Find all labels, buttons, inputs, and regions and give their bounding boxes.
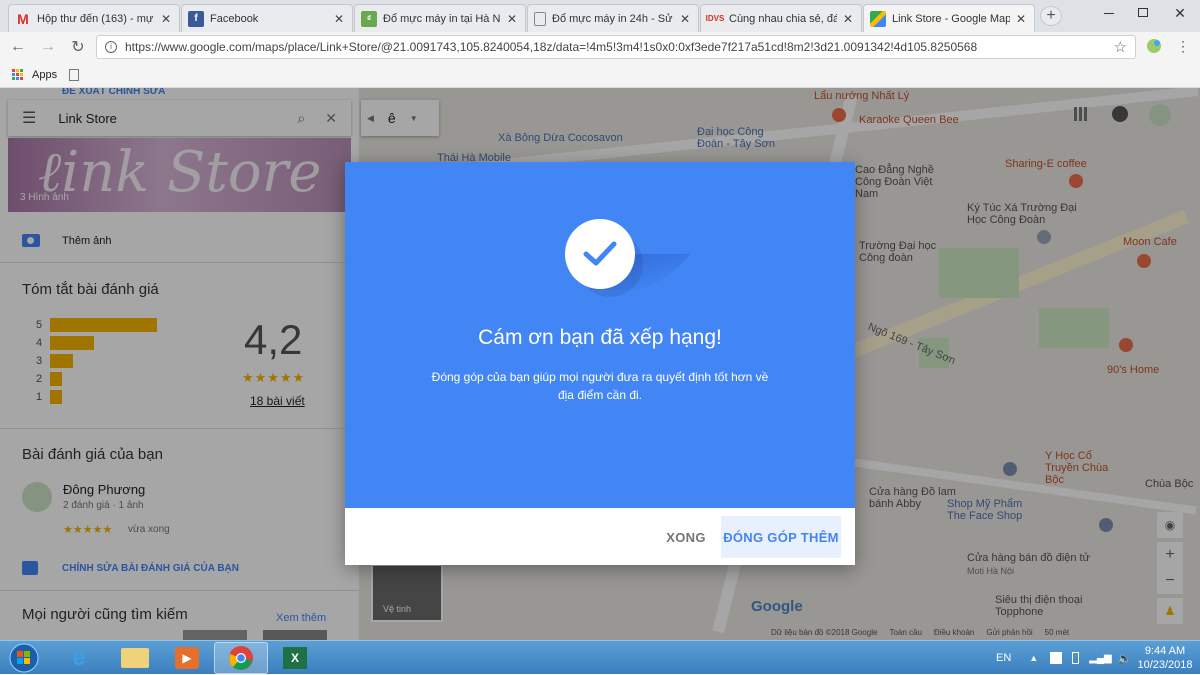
page-icon	[534, 11, 546, 26]
forward-icon[interactable]: →	[36, 35, 60, 59]
windows-taskbar: e ▶ X EN ▲ ▂▄▆ 🔈 9:44 AM 10/23/2018	[0, 640, 1200, 674]
tab-facebook[interactable]: f Facebook ✕	[181, 4, 353, 32]
start-button[interactable]	[2, 641, 46, 675]
bookmarks-bar: Apps	[0, 62, 1200, 88]
close-window-icon[interactable]: ✕	[1160, 0, 1200, 26]
maximize-icon[interactable]	[1126, 0, 1160, 26]
close-icon[interactable]: ✕	[507, 12, 519, 26]
tab-site-1[interactable]: ₫ Đổ mực máy in tại Hà N ✕	[354, 4, 526, 32]
back-icon[interactable]: ←	[6, 35, 30, 59]
gmail-icon: M	[17, 10, 29, 27]
close-icon[interactable]: ✕	[1016, 12, 1028, 26]
clock[interactable]: 9:44 AM 10/23/2018	[1130, 644, 1200, 672]
facebook-icon: f	[188, 10, 204, 27]
dialog-header: Cám ơn bạn đã xếp hạng! Đóng góp của bạn…	[345, 162, 855, 508]
more-menu-icon[interactable]: ⋮	[1176, 38, 1190, 54]
close-icon[interactable]: ✕	[843, 12, 855, 26]
tab-title: Hộp thư đến (163) - mự	[37, 12, 154, 25]
url-text[interactable]: https://www.google.com/maps/place/Link+S…	[125, 40, 1106, 54]
language-indicator[interactable]: EN	[996, 652, 1011, 664]
browser-toolbar: ← → ↻ i https://www.google.com/maps/plac…	[0, 32, 1200, 62]
check-icon	[583, 241, 617, 266]
close-icon[interactable]: ✕	[680, 12, 692, 26]
extension-icon[interactable]	[1144, 36, 1164, 56]
window-controls: ✕	[1092, 0, 1200, 30]
thanks-dialog: Cám ơn bạn đã xếp hạng! Đóng góp của bạn…	[345, 162, 855, 565]
dialog-title: Cám ơn bạn đã xếp hạng!	[478, 326, 722, 349]
close-icon[interactable]: ✕	[161, 12, 173, 26]
reload-icon[interactable]: ↻	[66, 35, 90, 59]
tab-gmail[interactable]: M Hộp thư đến (163) - mự ✕	[8, 4, 180, 32]
windows-logo-icon	[9, 643, 39, 673]
bookmark-star-icon[interactable]: ☆	[1114, 38, 1127, 56]
battery-icon[interactable]	[1072, 652, 1080, 664]
tab-title: Facebook	[210, 12, 259, 25]
tab-google-maps[interactable]: Link Store - Google Map ✕	[863, 4, 1035, 33]
tab-title: Đổ mực máy in tại Hà N	[383, 12, 501, 25]
site-icon: IDVS	[705, 14, 725, 23]
clock-time: 9:44 AM	[1144, 645, 1186, 657]
info-icon[interactable]: i	[105, 41, 117, 53]
tab-site-3[interactable]: IDVS Cùng nhau chia sẻ, đánh ✕	[700, 4, 862, 32]
new-tab-button[interactable]: +	[1040, 6, 1062, 26]
network-icon[interactable]: ▂▄▆	[1089, 653, 1111, 664]
tab-title: Đổ mực máy in 24h - Sử	[552, 12, 673, 25]
ie-icon[interactable]: e	[52, 642, 106, 674]
contribute-more-button[interactable]: ĐÓNG GÓP THÊM	[721, 516, 841, 558]
address-bar[interactable]: i https://www.google.com/maps/place/Link…	[96, 35, 1136, 59]
minimize-icon[interactable]	[1092, 0, 1126, 26]
dialog-subtitle: Đóng góp của bạn giúp mọi người đưa ra q…	[431, 370, 769, 402]
tab-title: Link Store - Google Map	[892, 13, 1010, 25]
page-icon[interactable]	[69, 68, 80, 81]
tab-strip: M Hộp thư đến (163) - mự ✕ f Facebook ✕ …	[0, 0, 1200, 33]
flag-icon[interactable]	[1050, 652, 1063, 664]
maps-icon	[870, 11, 886, 27]
apps-link[interactable]: Apps	[32, 69, 57, 81]
tab-title: Cùng nhau chia sẻ, đánh	[729, 12, 837, 25]
clock-date: 10/23/2018	[1137, 659, 1193, 671]
media-player-icon[interactable]: ▶	[160, 642, 214, 674]
explorer-icon[interactable]	[108, 642, 162, 674]
chrome-icon[interactable]	[214, 642, 268, 674]
site-icon: ₫	[361, 10, 377, 27]
check-circle	[565, 219, 635, 289]
show-hidden-icon[interactable]: ▲	[1029, 653, 1038, 663]
close-icon[interactable]: ✕	[334, 12, 346, 26]
tab-site-2[interactable]: Đổ mực máy in 24h - Sử ✕	[527, 4, 699, 32]
apps-icon[interactable]	[12, 68, 24, 81]
done-button[interactable]: XONG	[655, 516, 717, 558]
excel-icon[interactable]: X	[268, 642, 322, 674]
